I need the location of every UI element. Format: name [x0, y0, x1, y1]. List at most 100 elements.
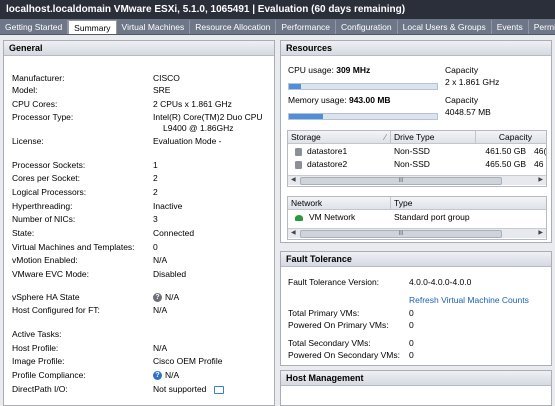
datastore-name: datastore2: [307, 159, 348, 169]
drive-type-col-header[interactable]: Drive Type: [391, 131, 476, 143]
tab-summary[interactable]: Summary: [68, 20, 117, 34]
window-title: localhost.localdomain VMware ESXi, 5.1.0…: [0, 0, 555, 19]
general-value: Connected: [153, 228, 195, 238]
network-col-header[interactable]: Network: [288, 197, 391, 209]
memory-usage-value: 943.00 MB: [348, 95, 391, 105]
profile-compliance-value: ? N/A: [153, 370, 179, 381]
ft-value: 0: [409, 320, 414, 330]
free-cell: 46: [534, 159, 544, 169]
general-value: 2: [153, 173, 158, 183]
memory-capacity-label: Capacity: [445, 95, 479, 105]
general-value: CISCO: [153, 73, 180, 83]
general-label: Host Profile:: [12, 343, 59, 353]
capacity-cell: 465.50 GB: [485, 159, 526, 169]
general-label: License:: [12, 136, 44, 146]
storage-table: Storage ⁄ Drive Type Capacity datastore1 …: [287, 130, 547, 187]
tab-resource-allocation[interactable]: Resource Allocation: [190, 20, 277, 34]
general-value: SRE: [153, 85, 171, 95]
general-value: N/A: [153, 305, 168, 315]
cpu-usage-label: CPU usage:: [288, 65, 334, 75]
ft-version-label: Fault Tolerance Version:: [288, 277, 380, 287]
ft-label: Total Primary VMs:: [288, 308, 360, 318]
ft-version-value: 4.0.0-4.0.0-4.0.0: [409, 277, 472, 287]
general-label: State:: [12, 228, 35, 238]
storage-col-header[interactable]: Storage ⁄: [288, 131, 391, 143]
general-label: Logical Processors:: [12, 187, 87, 197]
general-value: Cisco OEM Profile: [153, 356, 223, 366]
type-col-header[interactable]: Type: [391, 197, 546, 209]
general-panel-title: General: [4, 41, 274, 56]
chat-icon[interactable]: [214, 385, 225, 394]
ft-label: Powered On Secondary VMs:: [288, 350, 400, 360]
scroll-right-icon[interactable]: ▶: [538, 229, 543, 238]
table-row[interactable]: datastore1 Non-SSD 461.50 GB 46(: [288, 145, 546, 157]
cpu-usage-bar-fill: [289, 84, 301, 89]
network-type-cell: Standard port group: [394, 212, 470, 222]
ft-value: 0: [409, 308, 414, 318]
ft-label: Powered On Primary VMs:: [288, 320, 389, 330]
resources-panel: Resources CPU usage: 309 MHz Capacity 2 …: [280, 40, 552, 243]
general-label: vMotion Enabled:: [12, 255, 78, 265]
general-value: N/A: [165, 292, 180, 302]
general-value: Disabled: [153, 269, 187, 279]
general-value-cont: L9400 @ 1.86GHz: [163, 123, 234, 133]
scroll-left-icon[interactable]: ◀: [291, 176, 296, 185]
host-management-panel-title: Host Management: [281, 371, 551, 386]
tab-configuration[interactable]: Configuration: [336, 20, 398, 34]
network-horizontal-scrollbar[interactable]: ◀ III ▶: [288, 228, 546, 238]
cpu-usage: CPU usage: 309 MHz: [288, 65, 370, 76]
memory-usage-bar: [288, 113, 438, 120]
general-label: VMware EVC Mode:: [12, 269, 89, 279]
refresh-vm-counts-link[interactable]: Refresh Virtual Machine Counts: [409, 295, 529, 306]
table-row[interactable]: datastore2 Non-SSD 465.50 GB 46: [288, 158, 546, 170]
network-icon: [295, 214, 303, 221]
network-name: VM Network: [309, 212, 356, 222]
general-label: Profile Compliance:: [12, 370, 86, 380]
sort-arrow-icon: ⁄: [384, 132, 386, 142]
cpu-capacity-value: 2 x 1.861 GHz: [445, 77, 500, 87]
general-label: Active Tasks:: [12, 329, 62, 339]
general-value: 0: [153, 242, 158, 252]
compliance-icon[interactable]: ?: [153, 371, 162, 381]
scroll-right-icon[interactable]: ▶: [538, 176, 543, 185]
scroll-left-icon[interactable]: ◀: [291, 229, 296, 238]
datastore-icon: [295, 160, 302, 169]
capacity-col-header[interactable]: Capacity: [476, 131, 538, 143]
network-table-header: Network Type: [288, 197, 546, 210]
tab-getting-started[interactable]: Getting Started: [0, 20, 69, 34]
memory-usage-bar-fill: [289, 114, 324, 119]
general-value: Inactive: [153, 201, 183, 211]
general-value: N/A: [153, 343, 168, 353]
general-label: Model:: [12, 85, 38, 95]
tab-performance[interactable]: Performance: [276, 20, 337, 34]
general-label: DirectPath I/O:: [12, 384, 68, 394]
cpu-usage-value: 309 MHz: [336, 65, 371, 75]
cpu-capacity-label: Capacity: [445, 65, 479, 75]
ft-value: 0: [409, 350, 414, 360]
general-label: Host Configured for FT:: [12, 305, 100, 315]
resources-panel-title: Resources: [281, 41, 551, 56]
help-icon[interactable]: ?: [153, 293, 162, 303]
table-row[interactable]: VM Network Standard port group: [288, 211, 546, 223]
general-label: Manufacturer:: [12, 73, 65, 83]
tab-events[interactable]: Events: [492, 20, 529, 34]
ft-label: Total Secondary VMs:: [288, 338, 371, 348]
capacity-cell: 461.50 GB: [485, 146, 526, 156]
storage-horizontal-scrollbar[interactable]: ◀ III ▶: [288, 175, 546, 185]
general-panel: General Manufacturer: CISCO Model: SRE C…: [3, 40, 275, 406]
tab-permissions[interactable]: Permi: [529, 20, 555, 34]
scroll-thumb[interactable]: III: [300, 177, 502, 185]
tab-local-users-groups[interactable]: Local Users & Groups: [398, 20, 492, 34]
general-label: Cores per Socket:: [12, 173, 81, 183]
general-value: 2: [153, 187, 158, 197]
host-management-panel: Host Management: [280, 370, 552, 406]
scroll-thumb[interactable]: III: [300, 230, 502, 238]
cpu-usage-bar: [288, 83, 438, 90]
general-label: Image Profile:: [12, 356, 65, 366]
general-label: Processor Type:: [12, 112, 74, 122]
tab-virtual-machines[interactable]: Virtual Machines: [117, 20, 191, 34]
datastore-icon: [295, 147, 302, 156]
drive-type-cell: Non-SSD: [394, 159, 430, 169]
ft-value: 0: [409, 338, 414, 348]
storage-table-header: Storage ⁄ Drive Type Capacity: [288, 131, 546, 144]
